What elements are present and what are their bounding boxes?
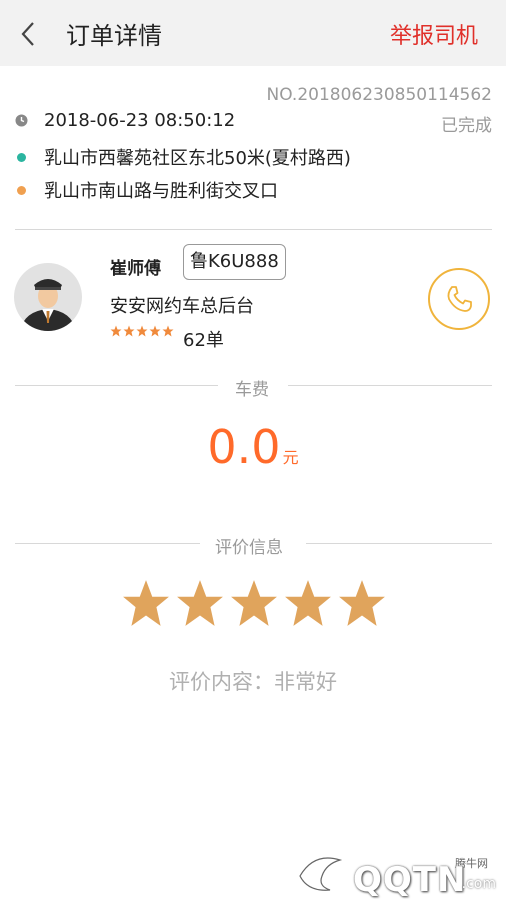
back-button[interactable]	[10, 14, 46, 54]
driver-avatar	[14, 263, 82, 331]
clock-icon	[15, 114, 28, 127]
star-icon	[177, 580, 223, 626]
driver-name: 崔师傅	[110, 259, 161, 279]
watermark-brand: QQTN	[353, 860, 467, 900]
order-time: 2018-06-23 08:50:12	[44, 110, 236, 131]
order-time-row: 2018-06-23 08:50:12	[0, 110, 235, 131]
fare-value: 0.0	[207, 420, 281, 474]
driver-rating	[110, 325, 175, 337]
star-icon	[110, 325, 122, 337]
star-icon	[149, 325, 161, 337]
driver-company: 安安网约车总后台	[110, 296, 254, 317]
chevron-left-icon	[21, 22, 34, 46]
star-icon	[231, 580, 277, 626]
page-title: 订单详情	[66, 22, 162, 50]
star-icon	[285, 580, 331, 626]
star-icon	[123, 580, 169, 626]
fare-amount: 0.0 元	[0, 420, 506, 474]
review-stars	[121, 578, 391, 628]
order-number: NO.201806230850114562	[266, 85, 493, 105]
star-icon	[339, 580, 385, 626]
end-location: 乳山市南山路与胜利街交叉口	[44, 181, 278, 202]
start-location-row: 乳山市西馨苑社区东北50米(夏村路西)	[0, 144, 351, 170]
driver-avatar-icon	[14, 263, 82, 331]
review-section-title: 评价信息	[215, 538, 283, 558]
fare-section-title: 车费	[235, 380, 269, 400]
start-dot-icon	[17, 152, 26, 162]
app-header: 订单详情 举报司机	[0, 0, 506, 66]
plate-badge: 鲁K6U888	[183, 244, 286, 280]
start-location: 乳山市西馨苑社区东北50米(夏村路西)	[44, 148, 351, 169]
divider	[15, 229, 492, 230]
phone-icon	[447, 286, 472, 312]
review-content: 评价内容：非常好	[169, 670, 337, 694]
report-driver-button[interactable]: 举报司机	[390, 18, 478, 50]
call-driver-button[interactable]	[428, 268, 490, 330]
star-icon	[123, 325, 135, 337]
star-icon	[136, 325, 148, 337]
star-icon	[162, 325, 174, 337]
divider	[15, 385, 218, 386]
watermark-suffix: .com	[461, 876, 496, 892]
fare-unit: 元	[282, 448, 299, 467]
order-status: 已完成	[441, 116, 492, 136]
divider	[288, 385, 492, 386]
end-location-row: 乳山市南山路与胜利街交叉口	[0, 177, 278, 203]
divider	[15, 543, 200, 544]
divider	[306, 543, 492, 544]
driver-order-count: 62单	[183, 330, 224, 351]
end-dot-icon	[17, 185, 26, 195]
